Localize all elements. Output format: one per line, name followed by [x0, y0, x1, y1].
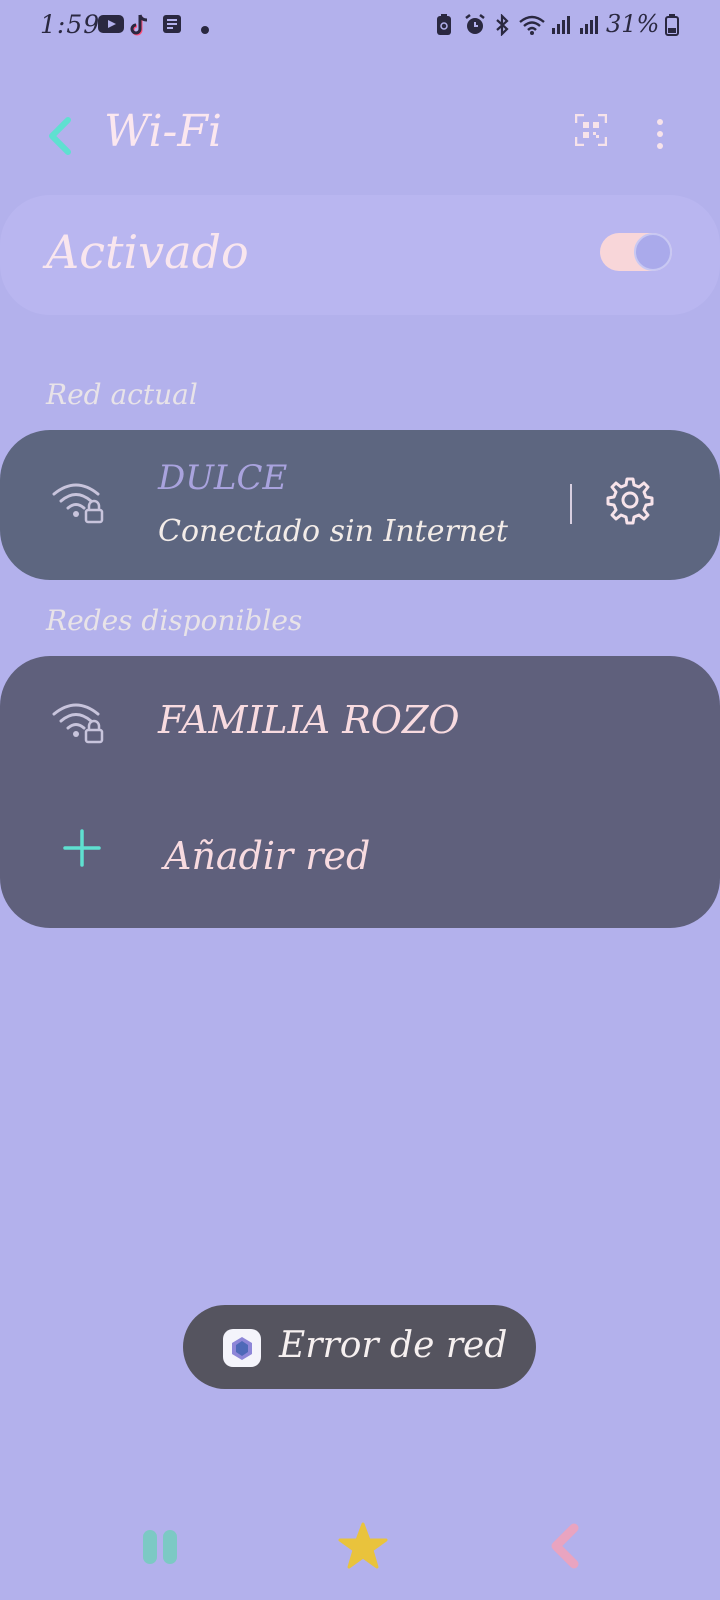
back-button[interactable]	[536, 1520, 596, 1580]
recents-button[interactable]	[130, 1520, 190, 1580]
toast-message: Error de red	[279, 1325, 508, 1366]
gear-icon[interactable]	[605, 475, 655, 525]
app-icon	[223, 1329, 261, 1367]
available-networks-card: FAMILIA ROZO Añadir red	[0, 656, 720, 928]
wifi-icon	[518, 14, 546, 40]
signal-icon	[550, 14, 570, 40]
bluetooth-icon	[493, 13, 511, 40]
toggle-knob	[634, 233, 672, 271]
plus-icon	[62, 828, 102, 868]
wifi-lock-icon	[52, 698, 108, 748]
wifi-toggle-switch[interactable]	[600, 233, 672, 271]
status-time: 1:59	[40, 10, 101, 39]
add-network-label: Añadir red	[164, 834, 371, 878]
notes-icon	[162, 14, 182, 38]
more-options-icon[interactable]	[645, 114, 675, 154]
error-toast: Error de red	[183, 1305, 536, 1389]
back-icon[interactable]	[40, 110, 80, 160]
alarm-icon	[463, 14, 487, 40]
current-network-card[interactable]: DULCE Conectado sin Internet	[0, 430, 720, 580]
current-network-heading: Red actual	[46, 378, 198, 411]
available-networks-heading: Redes disponibles	[46, 604, 303, 637]
wifi-lock-icon	[52, 478, 108, 528]
add-network-button[interactable]: Añadir red	[0, 786, 720, 928]
navigation-bar	[0, 1520, 720, 1600]
qr-code-icon[interactable]	[574, 113, 608, 147]
current-network-name: DULCE	[158, 458, 288, 498]
divider	[570, 484, 572, 524]
dot-icon	[200, 20, 210, 39]
wifi-toggle-label: Activado	[46, 225, 249, 279]
app-header: Wi-Fi	[0, 100, 720, 170]
page-title: Wi-Fi	[104, 106, 222, 157]
wifi-toggle-card[interactable]: Activado	[0, 195, 720, 315]
current-network-status: Conectado sin Internet	[158, 514, 508, 549]
battery-saver-icon	[435, 14, 453, 40]
signal-icon	[578, 14, 598, 40]
network-name: FAMILIA ROZO	[158, 698, 460, 742]
battery-percent: 31%	[606, 10, 660, 38]
tiktok-icon	[130, 14, 150, 42]
network-list-item[interactable]: FAMILIA ROZO	[0, 656, 720, 786]
status-bar: 1:59 31%	[0, 0, 720, 52]
home-button[interactable]	[333, 1520, 393, 1580]
battery-icon	[665, 14, 679, 40]
youtube-icon	[98, 14, 124, 38]
